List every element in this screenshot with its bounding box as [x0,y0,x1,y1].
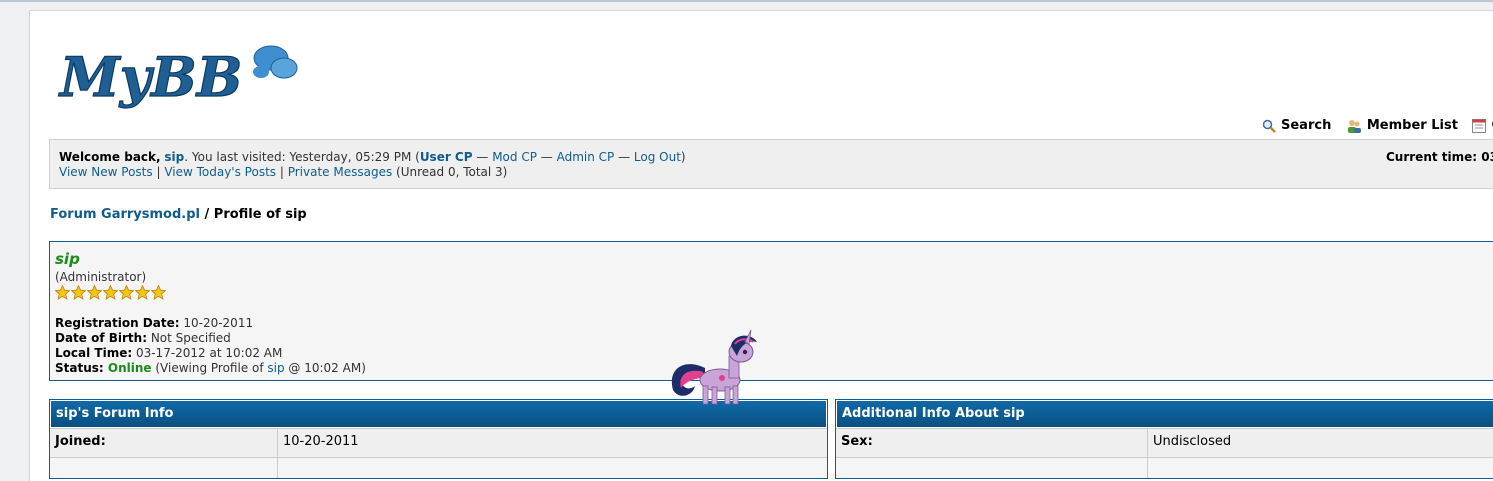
sex-label: Sex: [836,429,1148,457]
additional-info-table: Additional Info About sip Sex: Undisclos… [835,399,1493,479]
breadcrumb-separator: / [199,207,214,222]
last-visited-text: . You last visited: Yesterday, 05:29 PM … [184,150,420,164]
date-of-birth: Date of Birth: Not Specified [55,331,366,346]
forum-info-table: sip's Forum Info Joined: 10-20-2011 [49,399,828,479]
table-row [836,457,1493,478]
view-new-posts-link[interactable]: View New Posts [59,165,153,179]
view-todays-posts-link[interactable]: View Today's Posts [164,165,276,179]
search-icon [1262,119,1276,133]
search-link[interactable]: Search [1262,118,1331,133]
current-time: Current time: 03- [1386,150,1493,164]
table-row [50,457,827,478]
local-time-value: 03-17-2012 at 10:02 AM [132,346,283,360]
star-icon [135,285,150,300]
star-icon [71,285,86,300]
separator: — [614,150,634,164]
profile-usertitle: (Administrator) [55,270,147,284]
pipe-separator: | [152,165,165,179]
breadcrumb-forum-link[interactable]: Forum Garrysmod.pl [50,207,200,222]
separator: — [536,150,557,164]
table-row: Joined: 10-20-2011 [50,428,827,457]
dob-value: Not Specified [147,331,231,345]
quick-links-row: View New Posts | View Today's Posts | Pr… [59,165,507,179]
member-list-label: Member List [1366,118,1458,133]
calendar-link[interactable]: Ca [1472,118,1493,133]
breadcrumb-current: Profile of sip [213,207,307,222]
sex-value: Undisclosed [1153,434,1232,449]
status: Status: Online (Viewing Profile of sip @… [55,361,366,376]
profile-details: Registration Date: 10-20-2011 Date of Bi… [55,316,366,376]
additional-info-title: Additional Info About sip [836,400,1493,428]
username-link[interactable]: sip [164,150,184,164]
registration-date: Registration Date: 10-20-2011 [55,316,366,331]
separator: — [472,150,493,164]
pm-counts: (Unread 0, Total 3) [392,165,508,179]
welcome-text: Welcome back, [59,150,161,164]
dob-label: Date of Birth: [55,331,148,345]
welcome-row: Welcome back, sip. You last visited: Yes… [59,150,686,164]
registration-label: Registration Date: [55,316,180,330]
logout-link[interactable]: Log Out [634,150,681,164]
status-online: Online [103,361,152,375]
top-border [0,0,1493,2]
profile-box: sip (Administrator) Registration Date: 1… [49,241,1493,381]
top-links: Search Member List Ca [1262,118,1493,137]
joined-label: Joined: [50,429,278,457]
user-cp-link[interactable]: User CP [420,150,473,164]
status-user-link[interactable]: sip [267,361,284,375]
status-prefix: (Viewing Profile of [151,361,268,375]
star-icon [103,285,118,300]
admin-cp-link[interactable]: Admin CP [557,150,615,164]
search-link-label: Search [1281,118,1332,133]
svg-text:MyBB: MyBB [58,45,242,109]
profile-username: sip [55,250,80,268]
member-list-link[interactable]: Member List [1346,118,1458,133]
private-messages-link[interactable]: Private Messages [288,165,393,179]
star-icon [151,285,166,300]
user-stars [55,285,167,300]
close-paren: ) [680,150,686,164]
calendar-icon [1472,118,1487,133]
local-time: Local Time: 03-17-2012 at 10:02 AM [55,346,366,361]
joined-value: 10-20-2011 [283,434,359,449]
local-time-label: Local Time: [55,346,133,360]
star-icon [87,285,102,300]
breadcrumb: Forum Garrysmod.pl / Profile of sip [50,207,307,222]
star-icon [55,285,70,300]
mod-cp-link[interactable]: Mod CP [492,150,537,164]
pony-sprite [671,330,757,405]
members-icon [1347,119,1361,133]
registration-value: 10-20-2011 [179,316,254,330]
status-label: Status: [55,361,104,375]
mybb-logo[interactable]: MyBB [56,40,306,112]
welcome-panel: Welcome back, sip. You last visited: Yes… [49,139,1493,189]
star-icon [119,285,134,300]
pipe-separator: | [276,165,288,179]
status-suffix: @ 10:02 AM) [284,361,366,375]
table-row: Sex: Undisclosed [836,428,1493,457]
